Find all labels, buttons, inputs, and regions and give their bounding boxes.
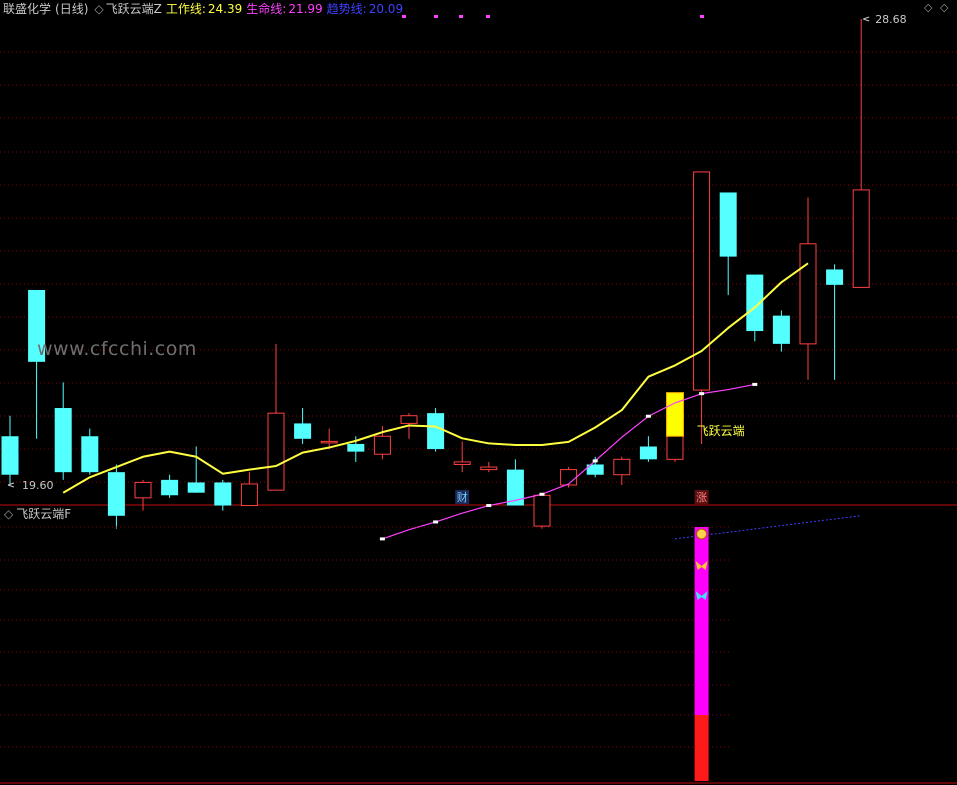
money-bag-icon [696,528,708,540]
life-line-marker [645,414,651,418]
signal-annotation: 飞跃云端 [697,424,745,438]
candle-body-up [533,494,551,527]
candle-body-down [161,479,179,496]
candlestick-series [1,19,870,529]
sub-panel-title[interactable]: 飞跃云端F [16,507,71,521]
candle-body-down [826,269,844,285]
life-line-marker [752,382,758,386]
sub-panel-header: ◇ 飞跃云端F [4,507,71,521]
life-line-marker [539,492,545,496]
life-line [382,383,755,540]
trend-line-label: 趋势线: [326,2,367,16]
work-line-value: 24.39 [207,2,243,16]
signal-tick [459,15,463,18]
life-line-marker [433,520,439,524]
candle-body-down [347,443,365,452]
period-label: (日线) [55,2,89,16]
high-arrow-icon [863,16,870,22]
signal-tick [434,15,438,18]
candle-body-down [772,315,790,344]
life-line-marker [699,392,705,396]
candle-body-up [240,483,258,507]
life-line-marker [592,459,598,463]
watermark: www.cfcchi.com [37,338,197,360]
signal-bar-upper [694,527,709,717]
life-line-label: 生命线: [246,2,287,16]
candle-body-down [427,413,445,450]
candle-body-up [799,243,817,345]
candle-body-down [107,472,125,516]
stock-chart[interactable]: 28.68 19.60 财 涨 飞跃云端 [0,0,957,785]
trend-line-value: 20.09 [368,2,404,16]
candle-body-up [613,458,631,476]
price-gridlines [0,51,957,784]
candle-body-up [693,171,711,391]
stock-name: 联盛化学 [3,2,52,16]
candle-body-down [81,436,99,473]
sub-panel-dropdown-icon[interactable]: ◇ [4,507,13,521]
sub-indicator-panel [0,526,730,781]
candle-body-up [320,440,338,444]
highest-price-label: 28.68 [875,13,907,26]
candle-body-up [560,469,578,486]
candle-body-up [267,412,285,491]
candle-body-down [294,423,312,439]
lowest-price-label: 19.60 [22,479,54,492]
life-line-marker [379,537,385,541]
signal-highlight-candle [666,392,684,437]
candle-body-up [134,481,152,499]
signal-badge-label: 财 [457,490,468,504]
candle-body-down [214,482,232,506]
life-line-marker [486,504,492,508]
indicator-name[interactable]: 飞跃云端Z [106,2,162,16]
low-arrow-icon [7,482,15,488]
indicator-dropdown-icon[interactable]: ◇ [94,2,103,16]
candle-body-up [453,461,471,465]
candle-body-up [480,466,498,471]
work-line-label: 工作线: [165,2,206,16]
candle-body-down [639,446,657,460]
candle-body-up [400,415,418,424]
chart-header: 联盛化学 (日线) ◇ 飞跃云端Z 工作线: 24.39 生命线: 21.99 趋势线: 20.0… [3,1,407,17]
settings-diamond-icon[interactable]: ◇ [924,1,932,14]
expand-diamond-icon[interactable]: ◇ [940,1,948,14]
candle-body-up [373,435,391,455]
signal-markers: 28.68 19.60 财 涨 飞跃云端 [7,13,907,504]
candle-body-down [54,408,72,473]
signal-tick [486,15,490,18]
signal-tick [700,15,704,18]
life-line-value: 21.99 [288,2,323,16]
candle-body-down [719,192,737,257]
candle-body-down [1,436,19,475]
signal-badge-label: 涨 [696,491,707,504]
candle-body-up [852,189,870,288]
candle-body-down [187,482,205,493]
signal-bar-lower [694,715,709,781]
